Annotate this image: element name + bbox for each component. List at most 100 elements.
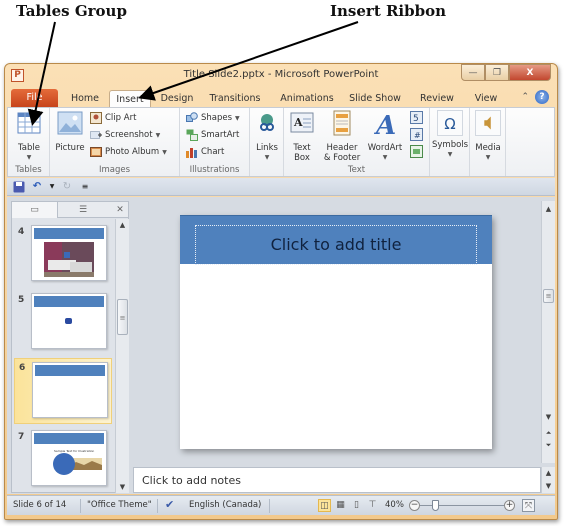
slide-sorter-view-icon[interactable]: ▦ bbox=[334, 499, 347, 512]
screenshot-label: Screenshot bbox=[105, 130, 153, 140]
media-dropdown-icon: ▼ bbox=[485, 154, 491, 161]
picture-button[interactable]: Picture bbox=[54, 110, 86, 153]
svg-text:A: A bbox=[373, 111, 396, 136]
omega-icon: Ω bbox=[437, 110, 463, 136]
slide-number: 6 bbox=[19, 363, 26, 373]
help-icon[interactable]: ? bbox=[535, 90, 549, 104]
next-slide-icon[interactable]: ⏷ bbox=[542, 439, 555, 451]
chart-button[interactable]: Chart bbox=[186, 145, 224, 159]
shapes-dropdown-icon: ▼ bbox=[235, 114, 240, 122]
shapes-button[interactable]: Shapes ▼ bbox=[186, 111, 240, 125]
hotel-room-photo bbox=[44, 242, 94, 277]
links-button[interactable]: Links ▼ bbox=[252, 110, 282, 163]
scrollbar-thumb[interactable]: ≡ bbox=[543, 289, 554, 303]
svg-text:5: 5 bbox=[413, 114, 419, 124]
customize-qat-icon[interactable]: ≡ bbox=[79, 181, 91, 193]
restore-button[interactable]: ❐ bbox=[485, 64, 509, 81]
object-icon[interactable] bbox=[410, 145, 423, 158]
theme-name[interactable]: "Office Theme" bbox=[87, 500, 152, 510]
scrollbar-thumb[interactable]: ≡ bbox=[117, 299, 128, 335]
table-label: Table bbox=[18, 143, 40, 153]
previous-slide-icon[interactable]: ⏶ bbox=[542, 427, 555, 439]
date-time-icon[interactable]: 5 bbox=[410, 111, 423, 124]
text-box-button[interactable]: A Text Box bbox=[288, 110, 316, 163]
header-footer-button[interactable]: Header & Footer bbox=[322, 110, 362, 163]
tab-slide-show[interactable]: Slide Show bbox=[345, 90, 405, 107]
zoom-slider-thumb[interactable] bbox=[432, 500, 439, 511]
slide-show-view-icon[interactable]: ⊤ bbox=[366, 499, 379, 512]
notes-pane[interactable]: Click to add notes bbox=[133, 467, 541, 493]
scroll-down-icon[interactable]: ▼ bbox=[116, 481, 129, 493]
slide-thumbnail[interactable]: 5 bbox=[14, 291, 112, 355]
slide-scrollbar[interactable]: ▲ ≡ ▼ ⏶ ⏷ bbox=[541, 201, 555, 463]
wordart-button[interactable]: A WordArt ▼ bbox=[366, 110, 404, 163]
language[interactable]: English (Canada) bbox=[189, 500, 261, 510]
tab-view[interactable]: View bbox=[471, 90, 501, 107]
picture-label: Picture bbox=[55, 143, 85, 153]
zoom-out-button[interactable]: − bbox=[409, 500, 420, 511]
scroll-up-icon[interactable]: ▲ bbox=[542, 467, 555, 479]
title-placeholder[interactable]: Click to add title bbox=[195, 225, 477, 265]
screenshot-icon bbox=[90, 131, 102, 139]
illustrations-group-label: Illustrations bbox=[189, 165, 240, 175]
text-group: A Text Box Header & Footer A WordArt ▼ 5… bbox=[284, 108, 430, 176]
slide-indicator[interactable]: Slide 6 of 14 bbox=[13, 500, 66, 510]
thumbnails-scrollbar[interactable]: ▲ ≡ ▼ bbox=[115, 219, 129, 493]
outline-tab[interactable]: ☰ bbox=[58, 202, 108, 218]
header-footer-icon bbox=[333, 110, 351, 136]
close-panel-icon[interactable]: ✕ bbox=[112, 202, 128, 218]
media-button[interactable]: Media ▼ bbox=[472, 110, 504, 163]
smartart-button[interactable]: SmartArt bbox=[186, 128, 239, 142]
undo-dropdown-icon[interactable]: ▼ bbox=[49, 181, 55, 193]
illustrations-group: Shapes ▼ SmartArt Chart Illustrations bbox=[180, 108, 250, 176]
tab-animations[interactable]: Animations bbox=[277, 90, 337, 107]
scroll-down-icon[interactable]: ▼ bbox=[542, 480, 555, 492]
slide-thumbnail[interactable]: 4 bbox=[14, 223, 112, 287]
reading-view-icon[interactable]: ▯ bbox=[350, 499, 363, 512]
scroll-up-icon[interactable]: ▲ bbox=[116, 219, 129, 231]
notes-scrollbar[interactable]: ▲ ▼ bbox=[541, 467, 555, 493]
shapes-icon bbox=[186, 112, 198, 122]
clip-art-button[interactable]: Clip Art bbox=[90, 111, 136, 125]
tab-design[interactable]: Design bbox=[157, 90, 197, 107]
scroll-down-icon[interactable]: ▼ bbox=[542, 411, 555, 423]
tab-insert[interactable]: Insert bbox=[109, 90, 151, 107]
smartart-icon bbox=[186, 129, 198, 141]
fit-slide-icon[interactable]: ⤧ bbox=[522, 499, 535, 512]
slide-thumbnail-selected[interactable]: 6 bbox=[14, 358, 112, 424]
undo-icon[interactable]: ↶ bbox=[31, 181, 43, 193]
slide-thumbnails: 4 5 6 7 Sample Text for Illustration bbox=[12, 219, 116, 493]
tab-file[interactable]: File bbox=[11, 89, 58, 107]
slide-number: 7 bbox=[18, 432, 25, 442]
spell-check-icon[interactable]: ✔ bbox=[165, 498, 174, 511]
wordart-label: WordArt bbox=[367, 143, 403, 153]
slide-number-icon[interactable]: # bbox=[410, 128, 423, 141]
tab-review[interactable]: Review bbox=[417, 90, 457, 107]
tab-transitions[interactable]: Transitions bbox=[205, 90, 265, 107]
slide-thumbnail[interactable]: 7 Sample Text for Illustration bbox=[14, 428, 112, 492]
wordart-dropdown-icon: ▼ bbox=[382, 154, 388, 161]
notes-placeholder[interactable]: Click to add notes bbox=[142, 474, 241, 487]
chart-label: Chart bbox=[201, 147, 225, 157]
tab-home[interactable]: Home bbox=[69, 90, 101, 107]
save-icon[interactable] bbox=[13, 181, 25, 193]
zoom-level[interactable]: 40% bbox=[385, 500, 404, 510]
minimize-ribbon-icon[interactable]: ⌃ bbox=[521, 92, 529, 102]
slides-tab[interactable]: ▭ bbox=[12, 202, 58, 218]
photo-album-button[interactable]: Photo Album ▼ bbox=[90, 145, 167, 159]
wordart-icon: A bbox=[373, 111, 396, 141]
tables-group: Table ▼ Tables bbox=[8, 108, 50, 176]
slide-editing-area: Click to add title bbox=[133, 201, 541, 463]
zoom-in-button[interactable]: + bbox=[504, 500, 515, 511]
normal-view-icon[interactable]: ◫ bbox=[318, 499, 331, 512]
table-button[interactable]: Table ▼ bbox=[12, 110, 46, 163]
insert-ribbon-callout: Insert Ribbon bbox=[330, 2, 447, 20]
minimize-button[interactable]: — bbox=[461, 64, 485, 81]
symbols-button[interactable]: Ω Symbols ▼ bbox=[432, 110, 468, 160]
close-button[interactable]: X bbox=[509, 64, 551, 81]
shapes-label: Shapes bbox=[201, 113, 233, 123]
small-image bbox=[65, 318, 72, 324]
screenshot-button[interactable]: Screenshot ▼ bbox=[90, 128, 160, 142]
scroll-up-icon[interactable]: ▲ bbox=[542, 203, 555, 215]
header-footer-label-1: Header bbox=[326, 143, 358, 153]
